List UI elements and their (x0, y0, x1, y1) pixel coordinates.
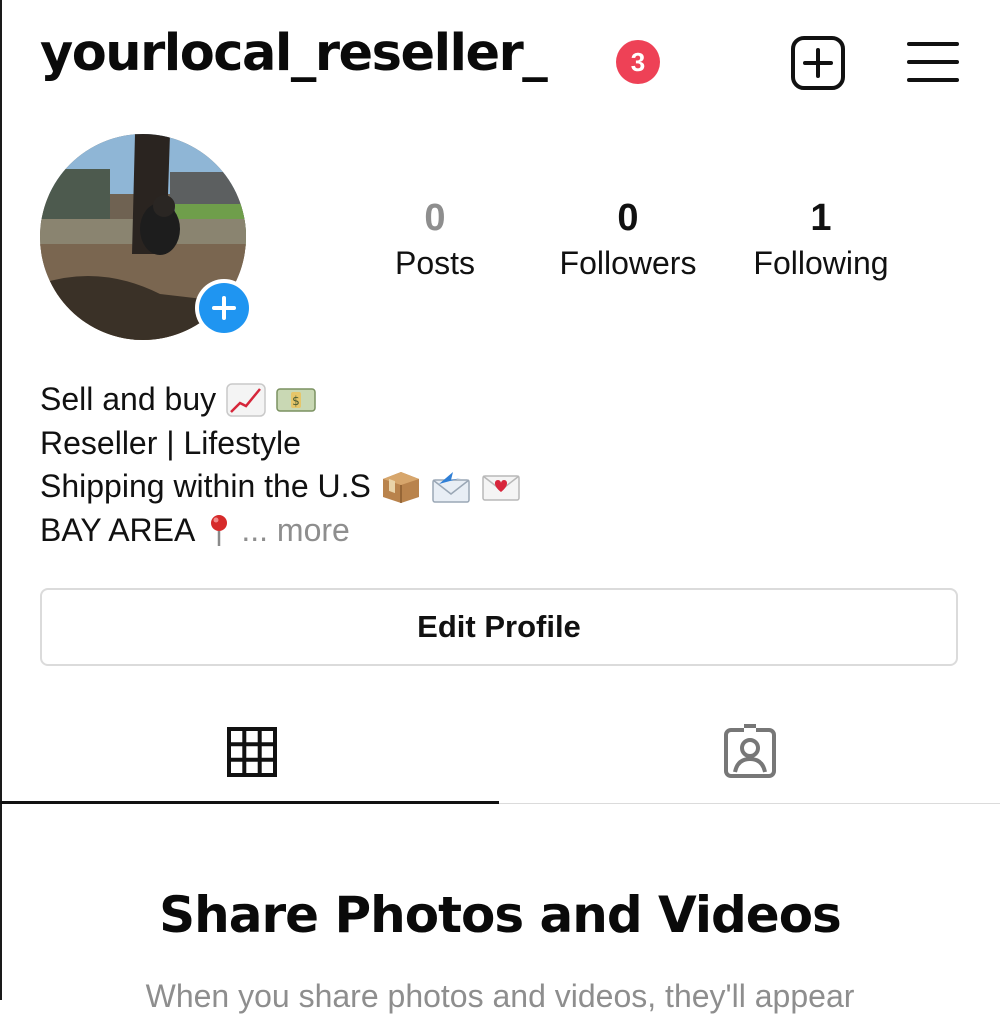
followers-count-label: Followers (559, 245, 697, 281)
round-pushpin-icon (205, 513, 233, 547)
followers-count-value: 0 (617, 197, 639, 239)
envelope-with-arrow-icon (431, 470, 471, 504)
plus-square-icon (791, 36, 845, 90)
screen-edge (0, 0, 2, 1000)
love-letter-icon (481, 470, 521, 504)
following-count-value: 1 (810, 197, 832, 239)
plus-icon (199, 283, 249, 333)
edit-profile-button[interactable]: Edit Profile (40, 588, 958, 666)
tab-grid[interactable] (222, 722, 282, 782)
add-story-button[interactable] (195, 279, 253, 337)
chart-increasing-icon (226, 383, 266, 417)
username-title[interactable]: yourlocal_reseller_ (40, 24, 548, 83)
bio-text: Reseller | Lifestyle (40, 424, 301, 461)
following-count-label: Following (753, 245, 889, 281)
bio-line: BAY AREA ... more (40, 509, 521, 553)
bio-line: Shipping within the U.S (40, 465, 521, 509)
menu-button[interactable] (905, 38, 961, 86)
notification-badge[interactable]: 3 (616, 40, 660, 84)
bio-line: Sell and buy $ (40, 378, 521, 422)
following-count[interactable]: 1 Following (731, 195, 911, 283)
tab-tagged[interactable] (720, 722, 780, 782)
tagged-person-icon (724, 724, 776, 778)
grid-icon (227, 727, 277, 777)
dollar-banknote-icon: $ (276, 383, 316, 417)
bio-more-link[interactable]: ... more (241, 509, 349, 553)
svg-text:$: $ (292, 394, 300, 408)
package-icon (381, 470, 421, 504)
followers-count[interactable]: 0 Followers (538, 195, 718, 283)
posts-count-value: 0 (424, 197, 446, 239)
hamburger-menu-icon (907, 42, 959, 82)
create-post-button[interactable] (790, 35, 846, 91)
bio-text: Sell and buy (40, 381, 217, 417)
profile-header: yourlocal_reseller_ 3 (0, 0, 1000, 120)
posts-count-label: Posts (394, 245, 476, 281)
empty-state-subtitle: When you share photos and videos, they'l… (145, 978, 855, 1014)
posts-count: 0 Posts (345, 195, 525, 283)
bio-text: Shipping within the U.S (40, 468, 371, 504)
bio-text: BAY AREA (40, 511, 196, 548)
active-tab-indicator (0, 801, 499, 804)
bio-line: Reseller | Lifestyle (40, 422, 521, 466)
profile-bio: Sell and buy $ Reseller | Lifestyle Ship… (40, 378, 521, 552)
empty-state-title: Share Photos and Videos (159, 886, 842, 944)
